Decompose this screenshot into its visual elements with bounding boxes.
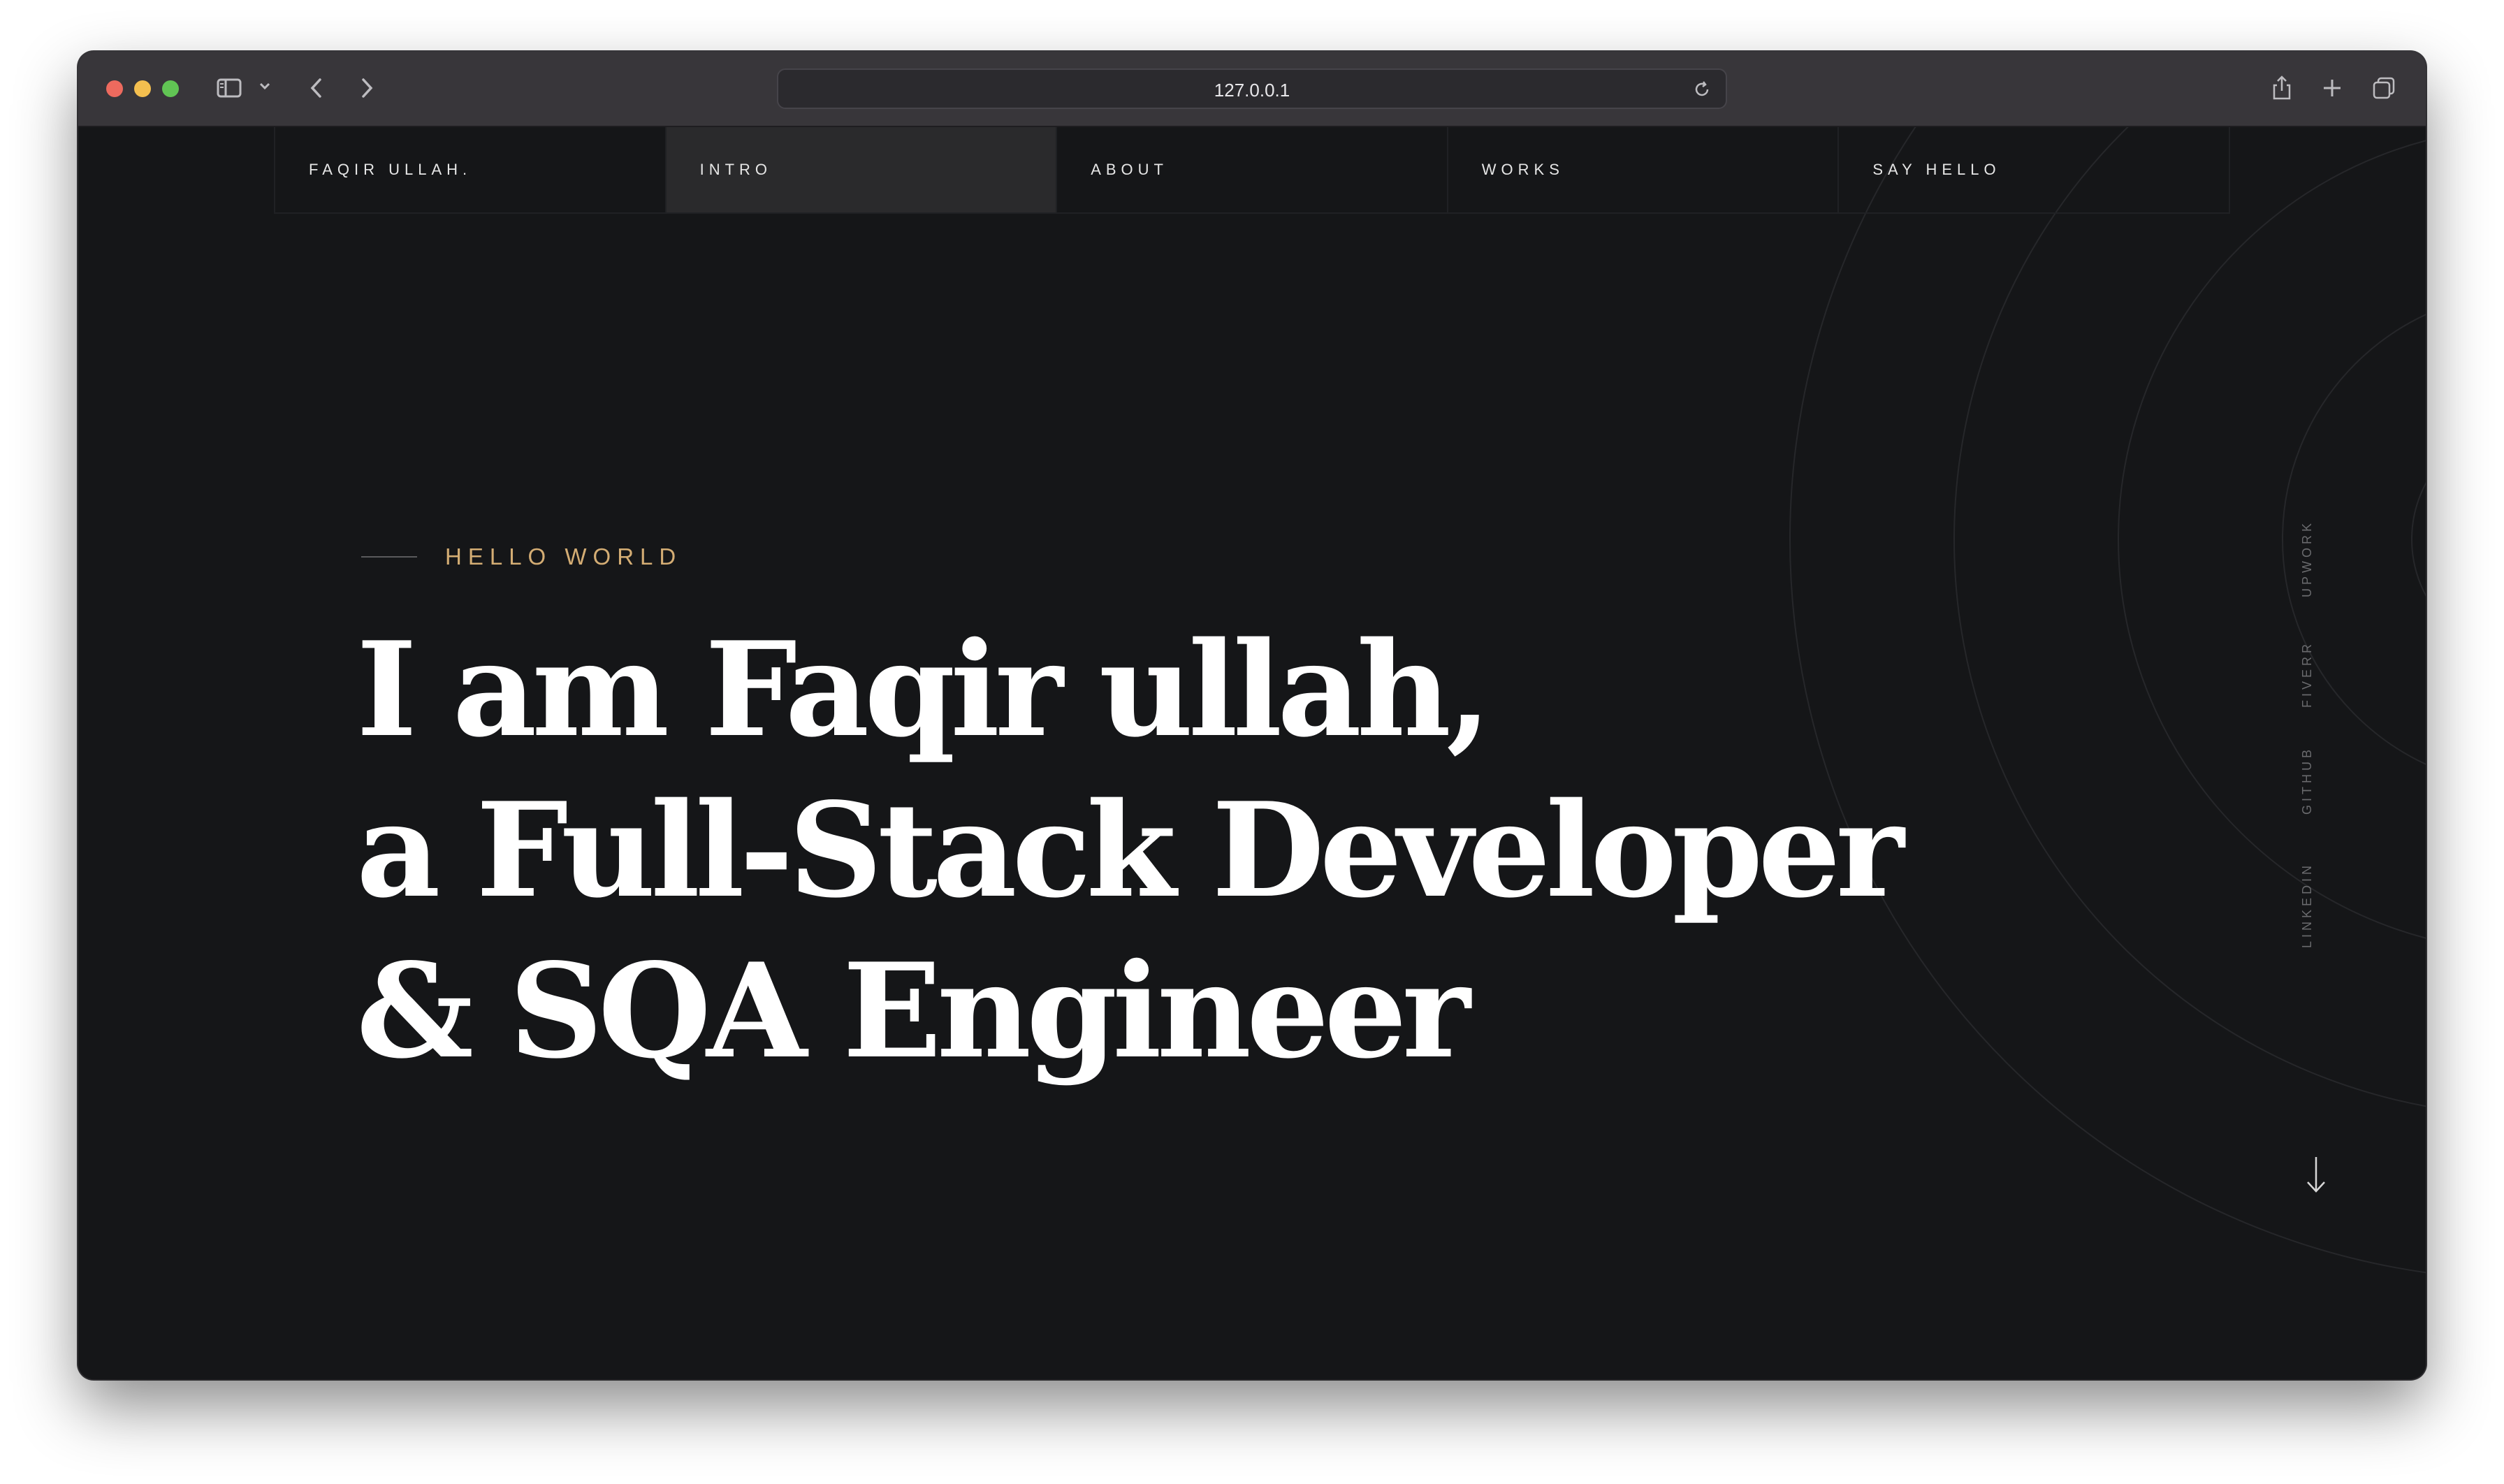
ring xyxy=(1953,127,2426,1107)
social-link-linkedin[interactable]: LINKEDIN xyxy=(2300,862,2315,948)
nav-item-works[interactable]: WORKS xyxy=(1448,127,1840,212)
headline-line-2: a Full-Stack Developer xyxy=(356,773,1905,926)
browser-toolbar: 127.0.0.1 xyxy=(78,52,2426,127)
nav-item-intro[interactable]: INTRO xyxy=(666,127,1058,212)
url-text[interactable]: 127.0.0.1 xyxy=(778,80,1726,101)
sidebar-toggle-icon[interactable] xyxy=(215,74,243,106)
hero-headline: I am Faqir ullah, a Full-Stack Developer… xyxy=(356,609,1905,1091)
nav-item-say-hello[interactable]: SAY HELLO xyxy=(1839,127,2229,212)
social-link-github[interactable]: GITHUB xyxy=(2300,746,2315,815)
eyebrow-text: HELLO WORLD xyxy=(445,544,683,569)
social-link-upwork[interactable]: UPWORK xyxy=(2300,520,2315,597)
nav-brand[interactable]: FAQIR ULLAH. xyxy=(275,127,667,212)
chevron-left-icon[interactable] xyxy=(303,74,331,106)
ring xyxy=(2411,481,2426,597)
address-bar[interactable]: 127.0.0.1 xyxy=(777,68,1727,109)
social-link-fiverr[interactable]: FIVERR xyxy=(2300,641,2315,708)
close-window-button[interactable] xyxy=(106,80,123,97)
headline-line-1: I am Faqir ullah, xyxy=(356,613,1492,766)
share-icon[interactable] xyxy=(2268,74,2296,106)
chevron-down-icon[interactable] xyxy=(257,78,272,97)
headline-line-3: & SQA Engineer xyxy=(356,934,1471,1087)
top-navigation: FAQIR ULLAH. INTRO ABOUT WORKS SAY HELLO xyxy=(274,127,2230,214)
social-links: UPWORK FIVERR GITHUB LINKEDIN xyxy=(2300,510,2321,957)
nav-item-about[interactable]: ABOUT xyxy=(1057,127,1448,212)
ring xyxy=(2118,140,2426,939)
web-page: FAQIR ULLAH. INTRO ABOUT WORKS SAY HELLO… xyxy=(78,127,2426,1379)
plus-icon[interactable] xyxy=(2318,74,2346,106)
reload-icon[interactable] xyxy=(1691,78,1713,104)
tab-overview-icon[interactable] xyxy=(2370,74,2398,106)
minimize-window-button[interactable] xyxy=(134,80,151,97)
browser-window: 127.0.0.1 FAQIR ULLAH. INTRO ABOUT WORKS… xyxy=(78,52,2426,1379)
eyebrow-divider xyxy=(361,556,417,558)
chevron-right-icon[interactable] xyxy=(352,74,380,106)
hero-eyebrow: HELLO WORLD xyxy=(361,544,682,570)
arrow-down-icon[interactable] xyxy=(2303,1154,2329,1200)
maximize-window-button[interactable] xyxy=(162,80,179,97)
